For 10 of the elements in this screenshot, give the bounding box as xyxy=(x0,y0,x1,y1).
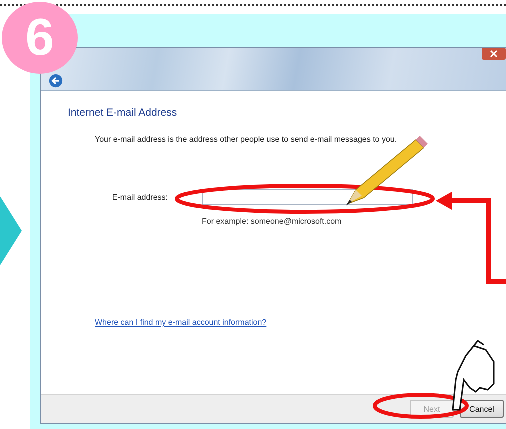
back-arrow-icon[interactable] xyxy=(49,74,63,88)
help-link[interactable]: Where can I find my e-mail account information? xyxy=(95,318,267,327)
field-label: E-mail address: xyxy=(111,192,168,202)
description-text: Your e-mail address is the address other people use to send e-mail messages to you. xyxy=(95,135,398,144)
close-icon[interactable] xyxy=(482,48,506,60)
hand-cursor-drawing xyxy=(452,340,495,411)
dialog-heading: Internet E-mail Address xyxy=(68,107,178,119)
pointer-triangle-icon xyxy=(0,196,22,266)
step-badge: 6 xyxy=(2,2,78,74)
field-hint: For example: someone@microsoft.com xyxy=(202,217,342,226)
